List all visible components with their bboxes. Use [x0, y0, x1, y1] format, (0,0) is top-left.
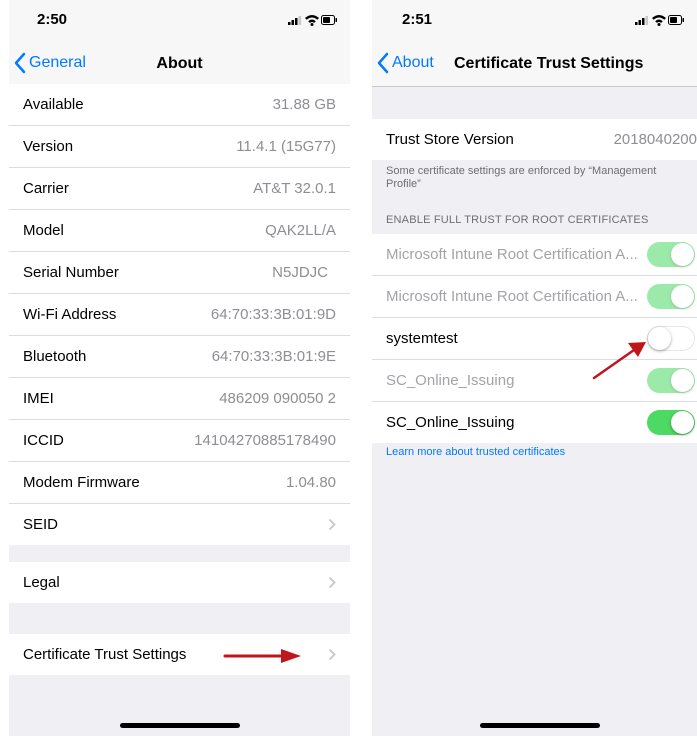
list-item: Model QAK2LL/A [9, 210, 350, 252]
certificate-trust-group: Certificate Trust Settings [9, 634, 350, 675]
row-value: 64:70:33:3B:01:9E [211, 348, 336, 365]
certificate-row: SC_Online_Issuing [372, 402, 697, 443]
legal-row[interactable]: Legal [9, 562, 350, 603]
toggle-knob [671, 285, 694, 308]
list-item: Version 11.4.1 (15G77) [9, 126, 350, 168]
wifi-icon [305, 15, 319, 26]
status-bar: 2:50 [9, 0, 350, 40]
toggle-knob [671, 243, 694, 266]
toggle-knob [648, 327, 671, 350]
certificate-label: SC_Online_Issuing [386, 372, 515, 389]
row-label: Bluetooth [23, 348, 87, 365]
row-value: 31.88 GB [272, 96, 336, 113]
battery-icon [668, 15, 684, 25]
seid-row[interactable]: SEID [9, 504, 350, 545]
certificate-trust-toggle[interactable] [647, 368, 695, 393]
row-value: 11.4.1 (15G77) [236, 138, 336, 155]
page-title: Certificate Trust Settings [454, 55, 644, 72]
row-value: 64:70:33:3B:01:9D [210, 306, 336, 323]
status-icons [635, 14, 685, 26]
home-indicator[interactable] [480, 723, 600, 728]
list-item: Bluetooth 64:70:33:3B:01:9E [9, 336, 350, 378]
status-time: 2:50 [37, 11, 68, 28]
wifi-icon [652, 15, 666, 26]
row-label: Wi-Fi Address [23, 306, 117, 323]
root-certificates-list: Microsoft Intune Root Certification A...… [372, 234, 697, 443]
row-value: 2018040200 [613, 131, 697, 148]
row-label: Modem Firmware [23, 474, 140, 491]
list-item: Modem Firmware 1.04.80 [9, 462, 350, 504]
status-bar: 2:51 [372, 0, 697, 40]
row-value: QAK2LL/A [265, 222, 336, 239]
certificate-row: Microsoft Intune Root Certification A... [372, 276, 697, 318]
certificate-label: Microsoft Intune Root Certification A... [386, 288, 638, 305]
enforced-settings-note: Some certificate settings are enforced b… [386, 165, 657, 190]
back-chevron-icon [377, 52, 389, 74]
row-value: 486209 090050 2 [219, 390, 336, 407]
about-screen: 2:50 General About Available 31.88 GB Ve… [9, 0, 350, 736]
battery-icon [321, 15, 337, 25]
row-label: Legal [23, 574, 60, 591]
trust-store-version-row: Trust Store Version 2018040200 [372, 119, 697, 160]
certificate-row: SC_Online_Issuing [372, 360, 697, 402]
list-item: IMEI 486209 090050 2 [9, 378, 350, 420]
section-header: ENABLE FULL TRUST FOR ROOT CERTIFICATES [386, 214, 649, 226]
row-value: 1.04.80 [285, 474, 336, 491]
status-time: 2:51 [402, 11, 433, 28]
certificate-row: systemtest [372, 318, 697, 360]
legal-group: Legal [9, 562, 350, 603]
certificate-label: Microsoft Intune Root Certification A... [386, 246, 638, 263]
row-value: N5JDJC [272, 264, 328, 281]
navigation-bar: General About [9, 40, 350, 87]
row-label: Available [23, 96, 84, 113]
certificate-row: Microsoft Intune Root Certification A... [372, 234, 697, 276]
signal-icon [288, 16, 301, 25]
list-item: Serial Number N5JDJC [9, 252, 350, 294]
learn-more-link[interactable]: Learn more about trusted certificates [386, 446, 565, 458]
row-label: Version [23, 138, 74, 155]
certificate-label: systemtest [386, 330, 458, 347]
row-label: Certificate Trust Settings [23, 646, 187, 663]
list-item: ICCID 14104270885178490 [9, 420, 350, 462]
signal-icon [635, 16, 648, 25]
list-item: Wi-Fi Address 64:70:33:3B:01:9D [9, 294, 350, 336]
back-button[interactable]: About [376, 52, 434, 74]
row-label: IMEI [23, 390, 54, 407]
back-label: About [392, 54, 434, 71]
row-label: ICCID [23, 432, 64, 449]
certificate-trust-screen: 2:51 About Certificate Trust Settings Tr… [372, 0, 697, 736]
status-icons [288, 14, 338, 26]
toggle-knob [671, 411, 694, 434]
certificate-trust-settings-row[interactable]: Certificate Trust Settings [9, 634, 350, 675]
disclosure-chevron-icon [328, 576, 336, 589]
trust-store-group: Trust Store Version 2018040200 [372, 119, 697, 160]
row-label: SEID [23, 516, 59, 533]
certificate-trust-toggle[interactable] [647, 326, 695, 351]
row-label: Model [23, 222, 64, 239]
home-indicator[interactable] [120, 723, 240, 728]
navigation-bar: About Certificate Trust Settings [372, 40, 697, 87]
list-item: Carrier AT&T 32.0.1 [9, 168, 350, 210]
row-value: 14104270885178490 [194, 432, 336, 449]
certificate-trust-toggle[interactable] [647, 410, 695, 435]
list-item: Available 31.88 GB [9, 84, 350, 126]
row-label: Trust Store Version [386, 131, 514, 148]
row-label: Carrier [23, 180, 69, 197]
toggle-knob [671, 369, 694, 392]
certificate-label: SC_Online_Issuing [386, 414, 515, 431]
about-info-list: Available 31.88 GB Version 11.4.1 (15G77… [9, 84, 350, 545]
row-value: AT&T 32.0.1 [253, 180, 336, 197]
row-label: Serial Number [23, 264, 119, 281]
page-title: About [156, 55, 203, 72]
certificate-trust-toggle[interactable] [647, 242, 695, 267]
certificate-trust-toggle[interactable] [647, 284, 695, 309]
disclosure-chevron-icon [328, 648, 336, 661]
disclosure-chevron-icon [328, 518, 336, 531]
